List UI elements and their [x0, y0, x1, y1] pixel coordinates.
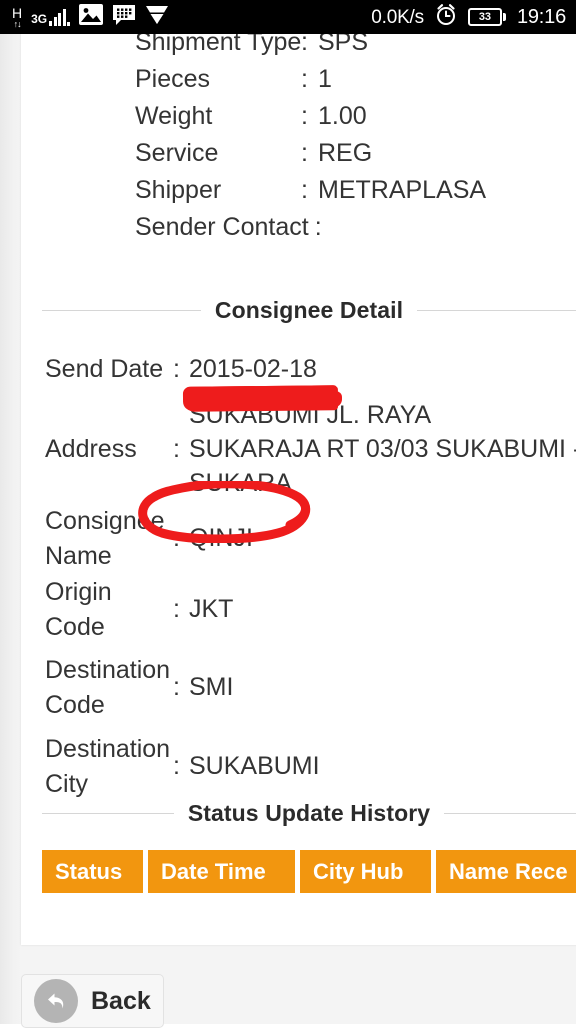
sender-contact-separator: :	[314, 213, 322, 241]
history-section-title: Status Update History	[187, 800, 431, 826]
row-destination-code: Destination Code : SMI	[45, 653, 576, 732]
destination-code-separator: :	[173, 673, 180, 701]
status-bar-left-icons: H ↑↓ 3G	[12, 0, 169, 34]
signal-bars-graphic	[49, 8, 71, 26]
sender-contact-label: Sender Contact	[135, 213, 309, 241]
send-date-label: Send Date	[45, 355, 164, 383]
address-label: Address	[45, 435, 137, 463]
back-button-label: Back	[91, 986, 151, 1015]
destination-code-value: SMI	[189, 673, 234, 701]
shipper-label: Shipper	[135, 176, 222, 204]
service-label: Service	[135, 139, 219, 167]
address-redaction-mark	[183, 385, 338, 411]
battery-level-text: 33	[478, 10, 492, 23]
shipper-value: METRAPLASA	[318, 176, 487, 204]
send-date-separator: :	[173, 355, 180, 383]
consignee-section-heading: Consignee Detail	[42, 297, 576, 324]
history-rule-right	[444, 813, 576, 814]
row-origin-code: Origin Code : JKT	[45, 575, 576, 653]
heading-rule-left	[42, 310, 201, 311]
row-destination-city: Destination City : SUKABUMI	[45, 732, 576, 806]
h-network-icon: H ↑↓	[12, 4, 23, 29]
network-speed-text: 0.0K/s	[371, 6, 424, 28]
consignee-detail-list: Send Date : 2015-02-18 Address : SUKABUM…	[45, 352, 576, 806]
column-header-date-time[interactable]: Date Time	[148, 850, 295, 893]
history-rule-left	[42, 813, 174, 814]
back-button[interactable]: Back	[21, 974, 164, 1028]
shipment-detail-card: Shipment Type : SPS Pieces : 1 Weight : …	[21, 34, 576, 945]
alarm-clock-icon	[435, 3, 457, 31]
status-history-table-header: Status Date Time City Hub Name Rece	[42, 850, 576, 893]
row-pieces: Pieces : 1	[135, 65, 565, 102]
h-network-letter: H	[12, 4, 23, 21]
row-service: Service : REG	[135, 139, 565, 176]
row-sender-contact: Sender Contact :	[135, 213, 565, 250]
weight-value: 1.00	[318, 102, 367, 130]
destination-city-label: Destination City	[45, 735, 171, 798]
origin-code-value: JKT	[189, 595, 234, 623]
consignee-name-label: Consignee Name	[45, 507, 165, 570]
column-header-city-hub[interactable]: City Hub	[300, 850, 431, 893]
weight-separator: :	[301, 102, 308, 130]
pieces-separator: :	[301, 65, 308, 93]
pieces-value: 1	[318, 65, 332, 93]
shipment-type-separator: :	[301, 34, 308, 56]
row-address: Address : SUKABUMI JL. RAYA SUKARAJA RT …	[45, 396, 576, 504]
back-arrow-icon	[34, 979, 78, 1023]
status-bar: H ↑↓ 3G 0.0K/s 33 19:16	[0, 0, 576, 34]
pieces-label: Pieces	[135, 65, 211, 93]
destination-city-separator: :	[173, 752, 180, 780]
radio-type-label: 3G	[31, 11, 48, 26]
heading-rule-right	[417, 310, 576, 311]
origin-code-separator: :	[173, 595, 180, 623]
shipment-type-label: Shipment Type	[135, 34, 302, 56]
send-date-value: 2015-02-18	[189, 355, 317, 383]
service-separator: :	[301, 139, 308, 167]
origin-code-label: Origin Code	[45, 578, 112, 641]
chevron-badge-icon	[145, 4, 169, 31]
history-section-heading: Status Update History	[42, 800, 576, 827]
bbm-icon	[112, 4, 136, 31]
destination-code-label: Destination Code	[45, 656, 171, 719]
shipment-type-value: SPS	[318, 34, 369, 56]
row-consignee-name: Consignee Name : QINJI	[45, 504, 576, 575]
service-value: REG	[318, 139, 373, 167]
consignee-name-value: QINJI	[189, 524, 253, 552]
row-weight: Weight : 1.00	[135, 102, 565, 139]
battery-icon: 33	[467, 8, 506, 26]
column-header-status[interactable]: Status	[42, 850, 143, 893]
row-shipment-type: Shipment Type : SPS	[135, 34, 565, 65]
h-network-arrows: ↑↓	[13, 18, 22, 29]
consignee-name-separator: :	[173, 524, 180, 552]
weight-label: Weight	[135, 102, 213, 130]
status-bar-right-icons: 0.0K/s 33 19:16	[371, 0, 566, 34]
address-value: SUKABUMI JL. RAYA SUKARAJA RT 03/03 SUKA…	[189, 401, 576, 497]
column-header-name-receiver[interactable]: Name Rece	[436, 850, 576, 893]
shipment-detail-list: Shipment Type : SPS Pieces : 1 Weight : …	[135, 34, 565, 250]
consignee-section-title: Consignee Detail	[214, 297, 404, 323]
signal-bars-icon: 3G	[31, 8, 71, 26]
shipper-separator: :	[301, 176, 308, 204]
status-bar-clock: 19:16	[516, 6, 566, 28]
destination-city-value: SUKABUMI	[189, 752, 320, 780]
row-shipper: Shipper : METRAPLASA	[135, 176, 565, 213]
image-icon	[79, 4, 104, 30]
